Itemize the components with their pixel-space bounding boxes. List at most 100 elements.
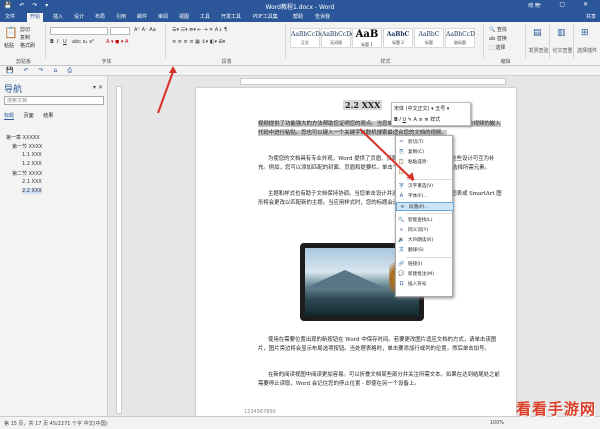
window-controls[interactable]: — ▢ ✕: [535, 1, 596, 8]
invoice-group[interactable]: ▤ 发票查验: [528, 24, 550, 58]
strike-sub-sup-icons[interactable]: abc x₂ x²: [72, 39, 94, 45]
tab-references[interactable]: 引用: [113, 13, 129, 22]
paste-button[interactable]: 粘贴: [4, 42, 14, 49]
styles-group: AaBbCcDc 正文 AaBbCcDc 无间隔 AaB 标题 1 AaBbC …: [288, 24, 484, 65]
nav-item[interactable]: 第二节 XXXX: [12, 170, 42, 177]
menu-copy[interactable]: ⎘ 复制(C): [396, 148, 454, 157]
tab-home[interactable]: 开始: [27, 13, 44, 22]
menu-synonyms[interactable]: ≈ 同义词(Y): [396, 226, 454, 235]
nav-title: 导航: [4, 85, 23, 95]
tab-insert[interactable]: 插入: [50, 13, 66, 22]
tab-view[interactable]: 视图: [176, 13, 192, 22]
menu-cut[interactable]: ✂ 剪切(T): [396, 138, 454, 147]
document-page[interactable]: 2.2 XXX 视频提供了功能强大的方法帮助您证明您的观点。当您单击联机视频时，…: [196, 88, 516, 418]
scissors-icon: ✂: [399, 139, 404, 145]
watermark-logo: 看看手游网: [515, 400, 596, 418]
tab-file[interactable]: 文件: [2, 13, 18, 22]
italic-button[interactable]: I: [57, 39, 58, 45]
annotation-arrowhead: [169, 66, 177, 73]
nav-search-input[interactable]: 搜索文档: [4, 96, 104, 105]
vertical-ruler[interactable]: [116, 86, 122, 414]
nav-tab-pages[interactable]: 页面: [24, 113, 34, 119]
menu-reconvert[interactable]: 字汉字重选(V): [396, 182, 454, 191]
menu-translate[interactable]: 文翻译(S): [396, 246, 454, 255]
zoom-level[interactable]: 100%: [490, 420, 504, 426]
nav-item-selected[interactable]: 2.2 XXX: [22, 188, 42, 194]
ribbon: 📋 粘贴 剪切 复制 格式刷 剪贴板 A⁺ A⁻ Aa B I U abc x₂…: [0, 22, 600, 66]
font-size-select[interactable]: [110, 27, 130, 35]
tab-developer[interactable]: 开发工具: [218, 13, 244, 22]
nav-tab-results[interactable]: 结果: [43, 113, 53, 119]
paste-icon[interactable]: 📋: [4, 26, 18, 39]
addins-label: 选择插件: [576, 48, 597, 54]
paper-check-icon: ▥: [557, 28, 566, 38]
grow-font-icon[interactable]: A⁺ A⁻ Aa: [134, 27, 156, 33]
addins-group[interactable]: ⊞ 选择插件: [576, 24, 598, 58]
find-button[interactable]: 🔍 查找: [489, 26, 507, 33]
tab-mailings[interactable]: 邮件: [134, 13, 150, 22]
tab-tools[interactable]: 工具: [197, 13, 213, 22]
speaker-icon: 🔊: [398, 237, 405, 243]
context-menu: ✂ 剪切(T) ⎘ 复制(C) 📋 粘贴选项: 📋 字汉字重选(V) A 字体(F)..…: [395, 135, 454, 297]
doc-paragraph: 主题和样式也有助于文档保持协调。当您单击设计并选择新的主题时，图片、图表或 Sm…: [258, 191, 502, 206]
horizontal-ruler[interactable]: [240, 78, 506, 85]
format-painter-button[interactable]: 格式刷: [20, 42, 35, 49]
font-name-select[interactable]: [50, 27, 108, 35]
menu-new-comment[interactable]: 💬 新建批注(M): [396, 270, 454, 279]
copy-icon: ⎘: [399, 149, 404, 155]
tab-help[interactable]: 帮助: [290, 13, 306, 22]
select-button[interactable]: ⬚ 选择: [489, 44, 505, 51]
close-icon[interactable]: ▾ ✕: [93, 84, 103, 91]
symbol-icon: Ω: [399, 281, 404, 287]
tell-me[interactable]: 告诉我: [312, 13, 333, 22]
mini-font[interactable]: 宋体 (中文正文) ▾ 五号 ▾: [394, 105, 449, 112]
style-heading-1[interactable]: AaB 标题 1: [352, 28, 382, 48]
style-no-spacing[interactable]: AaBbCcDc 无间隔: [321, 28, 354, 48]
nav-tab-headings[interactable]: 标题: [4, 113, 15, 120]
menu-link[interactable]: 🔗 链接(I): [396, 260, 454, 269]
list-icons[interactable]: ☰▾ ☷▾ ≣▾ ⇤ ⇥ ✕ A↓ ¶: [172, 27, 227, 33]
annotation-arrow: [157, 71, 174, 114]
quick-icons[interactable]: 💾↶↷⌂⎙: [6, 67, 82, 75]
editing-group: 🔍 查找 ab 替换 ⬚ 选择 编辑: [486, 24, 526, 65]
mini-format-buttons[interactable]: B I U ✎ A ≡ ≣ 样式: [394, 116, 440, 123]
style-normal[interactable]: AaBbCcDc 正文: [290, 28, 323, 48]
style-heading-2[interactable]: AaBbC 标题 2: [383, 28, 413, 48]
style-title[interactable]: AaBbC 标题: [414, 28, 444, 48]
tab-review[interactable]: 审阅: [155, 13, 171, 22]
replace-button[interactable]: ab 替换: [489, 35, 507, 42]
clipboard-label: 剪贴板: [15, 59, 31, 65]
comment-icon: 💬: [398, 271, 405, 277]
menu-paste-options: 📋 粘贴选项:: [398, 159, 428, 165]
nav-item[interactable]: 1.2 XXX: [22, 161, 42, 167]
search-icon: 🔍: [398, 217, 405, 223]
menu-paragraph[interactable]: ≡ 段落(P)...: [396, 202, 454, 211]
synonym-icon: ≈: [399, 227, 404, 233]
navigation-pane: 导航 ▾ ✕ 搜索文档 标题 页面 结果 第一章 XXXXX 第一节 XXXX …: [0, 76, 108, 416]
paper-check-label: 论文查重: [552, 48, 573, 54]
menu-insert-symbol[interactable]: Ω 插入符号: [396, 280, 454, 289]
align-icons[interactable]: ≡ ≡ ≡ ≡ ▦ ↕▾ ◧▾ ⊞▾: [172, 39, 225, 45]
tab-design[interactable]: 设计: [71, 13, 87, 22]
share-button[interactable]: 共享: [586, 13, 596, 20]
menu-font[interactable]: A 字体(F)...: [396, 192, 454, 201]
nav-item[interactable]: 第一章 XXXXX: [6, 134, 40, 141]
status-bar: 第 15 页，共 17 页 45/2271 个字 中文(中国) 100%: [0, 416, 600, 429]
menu-separator: [406, 213, 452, 214]
cut-button[interactable]: 剪切: [20, 26, 30, 33]
menu-smart-lookup[interactable]: 🔍 智能查找(L): [396, 216, 454, 225]
menu-read-aloud[interactable]: 🔊 大声朗读(R): [396, 236, 454, 245]
paragraph-group: ☰▾ ☷▾ ≣▾ ⇤ ⇥ ✕ A↓ ¶ ≡ ≡ ≡ ≡ ▦ ↕▾ ◧▾ ⊞▾ 段…: [168, 24, 286, 65]
nav-item[interactable]: 第一节 XXXX: [12, 143, 42, 150]
paper-check-group[interactable]: ▥ 论文查重: [552, 24, 574, 58]
tab-layout[interactable]: 布局: [92, 13, 108, 22]
bold-button[interactable]: B: [50, 39, 54, 45]
paragraph-label: 段落: [221, 59, 232, 65]
copy-button[interactable]: 复制: [20, 34, 30, 41]
nav-item[interactable]: 1.1 XXX: [22, 152, 42, 158]
tab-pdf[interactable]: PDF工具集: [250, 13, 281, 22]
nav-item[interactable]: 2.1 XXX: [22, 179, 42, 185]
font-color-icon[interactable]: A ▾ ◼ ▾ A: [106, 39, 128, 45]
underline-button[interactable]: U: [63, 39, 67, 45]
style-subtitle[interactable]: AaBbCcD 副标题: [445, 28, 475, 48]
